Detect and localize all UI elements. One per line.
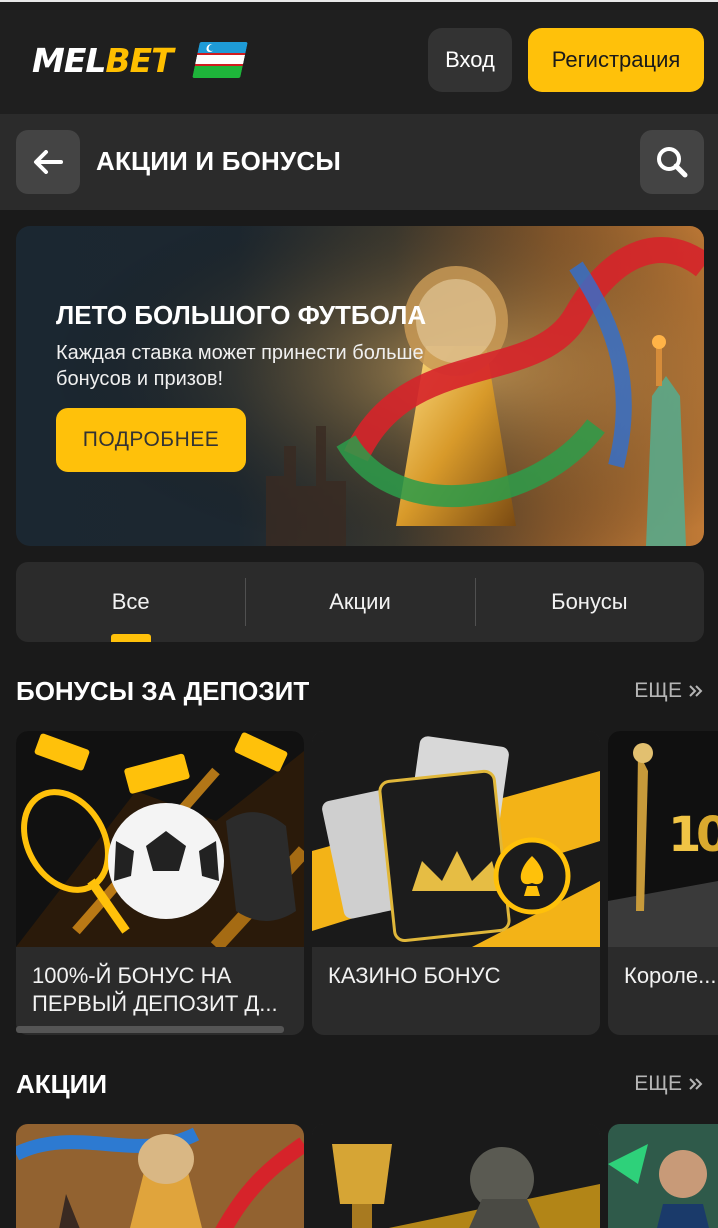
arrow-left-icon [34, 150, 63, 174]
tab-bonuses-label: Бонусы [551, 589, 628, 614]
register-button[interactable]: Регистрация [528, 28, 704, 92]
hero-subtitle: Каждая ставка может принести больше бону… [56, 342, 424, 390]
double-chevron-right-icon [689, 685, 703, 697]
card-title: 100%-Й БОНУС НА ПЕРВЫЙ ДЕПОЗИТ Д... [32, 963, 278, 1016]
svg-text:0: 0 [696, 807, 718, 863]
casino-bonus-image [312, 731, 600, 947]
uzbekistan-flag-icon[interactable] [192, 42, 248, 78]
hero-more-button[interactable]: ПОДРОБНЕЕ [56, 408, 246, 472]
sports-bonus-image [16, 731, 304, 947]
back-button[interactable] [16, 130, 80, 194]
logo-text-bet: BET [105, 40, 173, 80]
bonus-card-casino[interactable]: КАЗИНО БОНУС [312, 731, 600, 1035]
promo-third-image [608, 1124, 718, 1228]
esports-promo-image [312, 1124, 600, 1228]
melbet-logo[interactable]: MELBET [32, 40, 174, 80]
promo-card-football-summer[interactable] [16, 1124, 304, 1228]
card-title: Короле... понеде... [624, 963, 718, 988]
section-title-deposit-bonuses: БОНУСЫ ЗА ДЕПОЗИТ [16, 676, 310, 706]
logo-text-mel: MEL [32, 40, 106, 80]
deposit-more-link[interactable]: ЕЩЕ [634, 679, 704, 703]
football-summer-image [16, 1124, 304, 1228]
carousel-scrollbar[interactable] [16, 1026, 284, 1033]
search-icon [657, 147, 688, 178]
active-tab-indicator [111, 634, 151, 642]
bonus-card-first-deposit[interactable]: 100%-Й БОНУС НА ПЕРВЫЙ ДЕПОЗИТ Д... [16, 731, 304, 1035]
filter-tabs: Все Акции Бонусы [16, 562, 704, 642]
tab-promotions[interactable]: Акции [245, 562, 474, 642]
top-header: MELBET Вход Регистрация [0, 0, 718, 114]
more-label: ЕЩЕ [634, 1072, 682, 1095]
double-chevron-right-icon [689, 1078, 703, 1090]
page-title: АКЦИИ И БОНУСЫ [96, 146, 342, 176]
promo-card-esports[interactable] [312, 1124, 600, 1228]
tab-all[interactable]: Все [16, 562, 245, 642]
monday-bonus-image: 1 0 [608, 731, 718, 947]
section-title-promotions: АКЦИИ [16, 1069, 108, 1099]
promotions-more-link[interactable]: ЕЩЕ [634, 1072, 704, 1096]
page-title-bar: АКЦИИ И БОНУСЫ [0, 114, 718, 210]
bonus-card-monday[interactable]: 1 0 Короле... понеде... [608, 731, 718, 1035]
tab-bonuses[interactable]: Бонусы [474, 562, 704, 642]
hero-banner[interactable]: ЛЕТО БОЛЬШОГО ФУТБОЛА Каждая ставка може… [16, 226, 704, 546]
tab-all-label: Все [111, 589, 150, 614]
hero-title: ЛЕТО БОЛЬШОГО ФУТБОЛА [56, 300, 427, 330]
tab-promotions-label: Акции [329, 589, 391, 614]
login-button[interactable]: Вход [428, 28, 512, 92]
card-title: КАЗИНО БОНУС [328, 963, 501, 988]
search-button[interactable] [640, 130, 704, 194]
promo-card-third[interactable] [608, 1124, 718, 1228]
more-label: ЕЩЕ [634, 679, 682, 702]
